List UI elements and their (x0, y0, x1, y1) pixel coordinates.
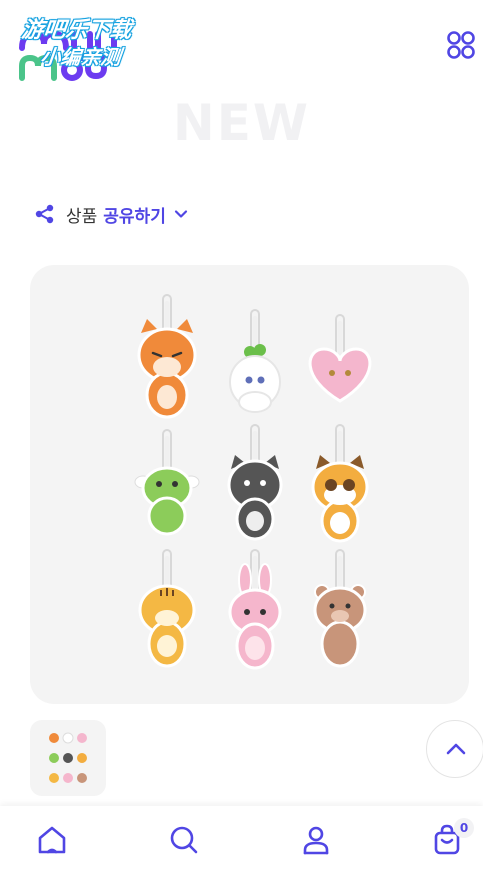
section-title: NEW (172, 94, 311, 152)
watermark-line1: 游吧乐下载 (20, 18, 133, 43)
scroll-top-button[interactable] (426, 720, 483, 778)
product-thumbnail[interactable] (30, 720, 106, 796)
character-fox-keyring (137, 294, 197, 419)
home-icon[interactable] (32, 820, 72, 860)
header: 游吧乐下载 小编亲测 (0, 0, 483, 90)
thumbnail-illustration (49, 732, 87, 783)
character-cat-keyring (227, 424, 283, 541)
character-frog-keyring (134, 429, 200, 536)
share-icon (35, 204, 54, 224)
character-heart-keyring (308, 314, 372, 403)
share-accent-label: 공유하기 (103, 206, 166, 227)
character-radish-keyring (229, 309, 281, 413)
share-label: 상품 (66, 206, 98, 227)
chevron-down-icon (174, 210, 187, 218)
bottom-nav (0, 806, 483, 873)
character-bear-keyring (313, 549, 367, 668)
character-tiger-keyring (138, 549, 196, 668)
character-raccoon-keyring (311, 424, 369, 543)
logo[interactable]: 游吧乐下载 小编亲测 (12, 8, 152, 81)
cart-count-badge: 0 (454, 818, 474, 838)
chevron-up-icon (446, 743, 466, 755)
watermark-text: 游吧乐下载 小编亲测 (17, 18, 133, 70)
search-icon[interactable] (164, 820, 204, 860)
page: 游吧乐下载 小编亲测 NEW 상품 공유하기 0 (0, 0, 483, 873)
grid-dots-icon[interactable] (446, 30, 476, 60)
product-image[interactable] (30, 265, 469, 704)
user-icon[interactable] (296, 820, 336, 860)
keyring-grid-illustration (134, 294, 372, 670)
watermark-line2: 小编亲测 (39, 45, 122, 69)
share-product-button[interactable]: 상품 공유하기 (34, 200, 188, 228)
character-rabbit-keyring (228, 549, 282, 670)
